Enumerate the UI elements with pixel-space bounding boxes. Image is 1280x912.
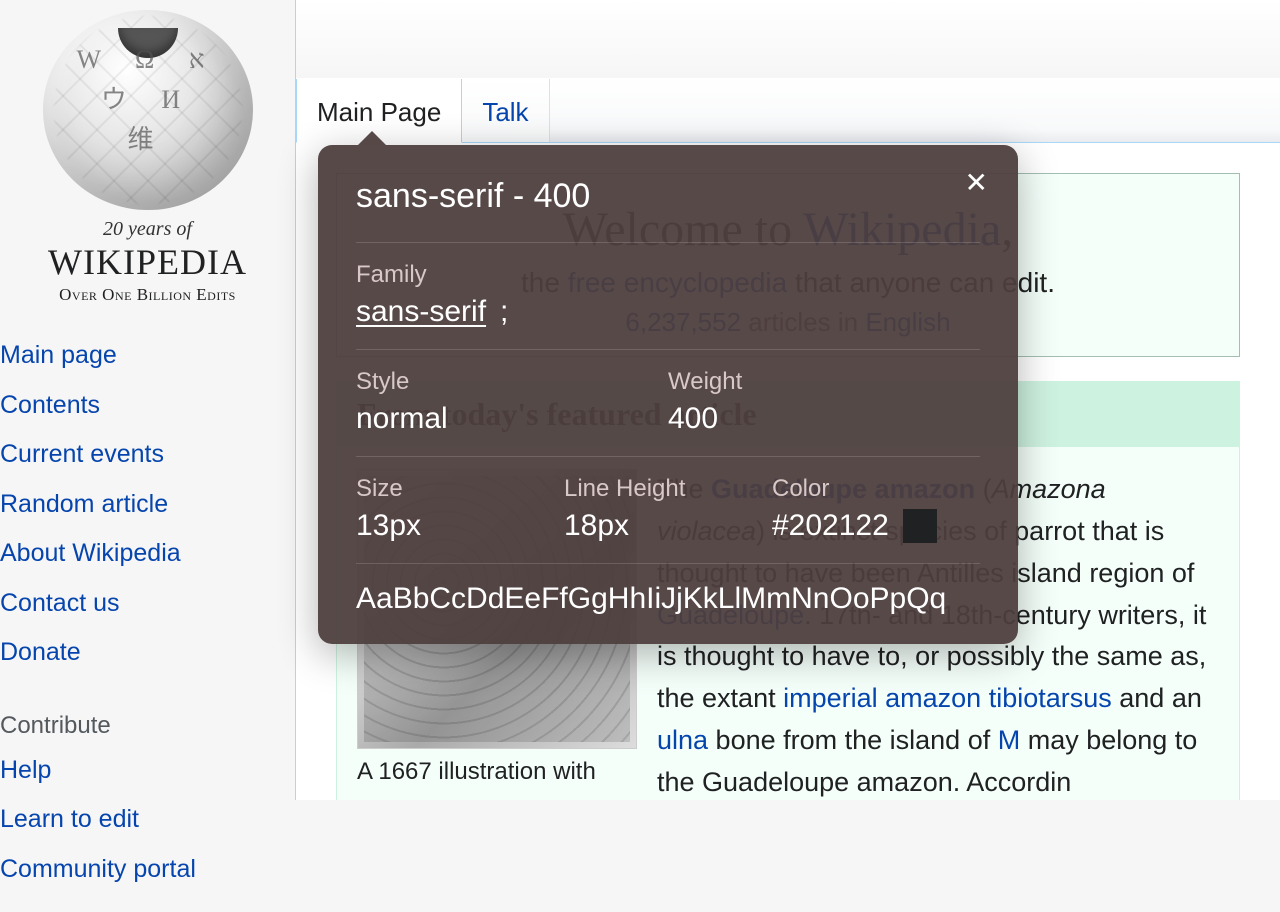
nav-donate[interactable]: Donate (0, 628, 295, 678)
font-sample: AaBbCcDdEeFfGgHhIiJjKkLlMmNnOoPpQq (356, 563, 980, 616)
tab-talk[interactable]: Talk (462, 79, 549, 142)
link-tibiotarsus[interactable]: tibiotarsus (989, 683, 1112, 713)
color-swatch (903, 509, 937, 543)
link-imperial-amazon[interactable]: imperial amazon (783, 683, 981, 713)
nav-heading-contribute: Contribute (0, 702, 295, 746)
logo-tagline-20-years: 20 years of (20, 218, 275, 241)
nav-contribute-section: Contribute Help Learn to edit Community … (0, 696, 295, 912)
value-line-height: 18px (564, 509, 772, 543)
nav-current-events[interactable]: Current events (0, 430, 295, 480)
nav-about-wikipedia[interactable]: About Wikipedia (0, 529, 295, 579)
logo-tagline-edits: Over One Billion Edits (20, 285, 275, 305)
logo-wordmark: WIKIPEDIA (20, 241, 275, 283)
value-weight: 400 (668, 402, 980, 436)
label-color: Color (772, 475, 980, 503)
label-size: Size (356, 475, 564, 503)
tooltip-title: sans-serif - 400 (356, 177, 980, 216)
nav-contents[interactable]: Contents (0, 381, 295, 431)
close-icon[interactable]: ✕ (965, 169, 988, 197)
nav-learn-to-edit[interactable]: Learn to edit (0, 795, 295, 845)
nav-contact-us[interactable]: Contact us (0, 579, 295, 629)
featured-image-caption: A 1667 illustration with (357, 753, 637, 790)
link-ulna[interactable]: ulna (657, 725, 708, 755)
link-m[interactable]: M (998, 725, 1021, 755)
value-family: sans-serif; (356, 295, 980, 329)
logo-area: 20 years of WIKIPEDIA Over One Billion E… (0, 0, 295, 325)
label-family: Family (356, 261, 980, 289)
sidebar: 20 years of WIKIPEDIA Over One Billion E… (0, 0, 295, 800)
nav-help[interactable]: Help (0, 746, 295, 796)
label-style: Style (356, 368, 668, 396)
nav-main-page[interactable]: Main page (0, 331, 295, 381)
label-weight: Weight (668, 368, 980, 396)
value-size: 13px (356, 509, 564, 543)
label-line-height: Line Height (564, 475, 772, 503)
font-inspector-tooltip: ✕ sans-serif - 400 Family sans-serif; St… (318, 145, 1018, 644)
page-tabs: Main Page Talk (296, 78, 1280, 143)
wikipedia-globe-logo (43, 10, 253, 210)
nav-random-article[interactable]: Random article (0, 480, 295, 530)
value-style: normal (356, 402, 668, 436)
nav-main: Main page Contents Current events Random… (0, 325, 295, 696)
nav-community-portal[interactable]: Community portal (0, 845, 295, 895)
value-color: #202122 (772, 509, 980, 543)
